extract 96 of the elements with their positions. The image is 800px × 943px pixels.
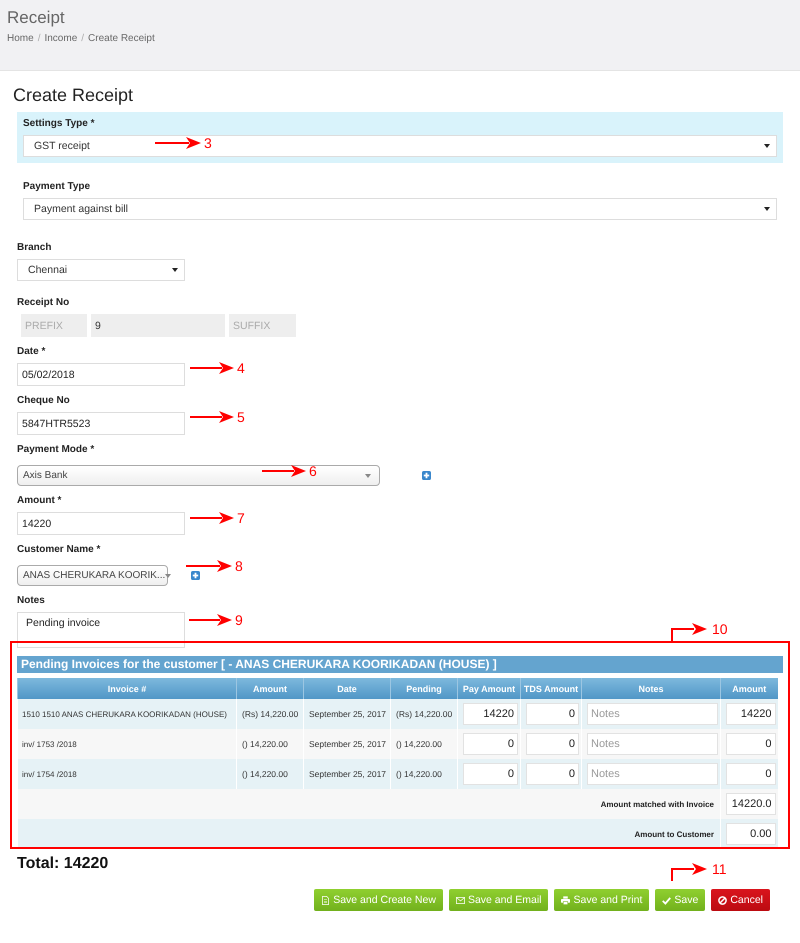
annotation-number: 4 <box>237 359 245 377</box>
field-label: Notes <box>17 595 45 607</box>
column-header: Invoice # <box>18 678 236 699</box>
field-label: Payment Type <box>23 181 92 193</box>
column-header: Pay Amount <box>458 678 520 699</box>
caret-icon <box>764 144 770 148</box>
panel-title: Pending Invoices for the customer [ - ANAS CHERUKARA KOORIKADAN (HOUSE) ] <box>17 656 783 673</box>
add-icon[interactable] <box>422 471 431 480</box>
number-field[interactable]: 9 <box>91 314 225 337</box>
input-field[interactable]: 0 <box>526 703 579 725</box>
arrow-icon <box>190 511 234 525</box>
caret-icon <box>172 268 178 272</box>
prefix-field[interactable]: PREFIX <box>21 314 87 337</box>
document-icon <box>321 896 330 904</box>
annotation-number: 10 <box>712 620 728 638</box>
breadcrumb-link[interactable]: Income <box>44 33 78 44</box>
field-label: Receipt No <box>17 297 70 309</box>
annotation-number: 8 <box>235 557 243 575</box>
field-label: Payment Mode * <box>17 444 94 456</box>
input-field[interactable]: 14220 <box>463 703 518 725</box>
caret-icon <box>165 574 172 578</box>
summary-label: Amount matched with Invoice <box>600 800 714 808</box>
input-field[interactable]: 0 <box>526 763 579 785</box>
total-text: Total: 14220 <box>17 855 108 873</box>
table-cell: () 14,220.00 <box>390 729 458 759</box>
column-header: Amount <box>236 678 304 699</box>
action-button[interactable]: Cancel <box>711 889 770 911</box>
annotation-number: 3 <box>204 134 212 152</box>
input-field[interactable]: Notes <box>587 733 718 755</box>
input-field[interactable]: 14220 <box>726 703 776 725</box>
input-field[interactable]: 5847HTR5523 <box>17 412 185 435</box>
select-field[interactable]: Payment against bill <box>23 198 777 220</box>
column-header: TDS Amount <box>520 678 582 699</box>
input-field[interactable]: 14220 <box>17 512 185 535</box>
combo-field[interactable]: ANAS CHERUKARA KOORIK... <box>17 565 168 586</box>
envelope-icon <box>456 896 465 904</box>
input-field[interactable]: 0 <box>463 763 518 785</box>
table-cell: September 25, 2017 <box>304 729 390 759</box>
arrow-icon <box>190 361 234 375</box>
arrow-icon <box>671 862 707 881</box>
ban-icon <box>718 896 728 904</box>
breadcrumb-separator: / <box>38 33 40 44</box>
field-label: Cheque No <box>17 395 70 407</box>
input-field[interactable]: 0 <box>526 733 579 755</box>
input-field[interactable]: Notes <box>587 703 718 725</box>
textarea-field[interactable]: Pending invoice <box>17 612 185 648</box>
caret-icon <box>365 474 371 478</box>
annotation-number: 7 <box>237 509 245 527</box>
summary-label: Amount to Customer <box>634 830 714 838</box>
field-label: Amount * <box>17 495 62 507</box>
table-cell: September 25, 2017 <box>304 759 390 789</box>
form-title: Create Receipt <box>13 84 134 106</box>
field-label: Customer Name * <box>17 544 100 556</box>
input-field[interactable]: Notes <box>587 763 718 785</box>
field-label: Settings Type * <box>23 118 96 130</box>
check-icon <box>662 896 672 904</box>
input-field[interactable]: 0 <box>726 763 776 785</box>
input-field[interactable]: 0 <box>463 733 518 755</box>
page-title: Receipt <box>7 8 66 28</box>
annotation-number: 11 <box>712 860 727 878</box>
field-label: Branch <box>17 242 52 254</box>
column-header: Date <box>304 678 390 699</box>
caret-icon <box>764 207 770 211</box>
arrow-icon <box>155 136 201 150</box>
table-cell: inv/ 1754 /2018 <box>18 759 236 789</box>
input-field[interactable]: 14220.0 <box>726 793 776 815</box>
arrow-icon <box>189 613 232 627</box>
column-header: Pending <box>390 678 458 699</box>
table-cell: (Rs) 14,220.00 <box>236 699 304 729</box>
table-cell: () 14,220.00 <box>236 759 304 789</box>
table-cell: () 14,220.00 <box>236 729 304 759</box>
input-field[interactable]: 0.00 <box>726 823 776 845</box>
arrow-icon <box>186 559 232 573</box>
table-cell: 1510 1510 ANAS CHERUKARA KOORIKADAN (HOUSE) <box>18 699 236 729</box>
input-field[interactable]: 0 <box>726 733 776 755</box>
table-cell: () 14,220.00 <box>390 759 458 789</box>
field-label: Date * <box>17 346 46 358</box>
breadcrumb-link[interactable]: Home <box>7 33 34 44</box>
table-cell: (Rs) 14,220.00 <box>390 699 458 729</box>
suffix-field[interactable]: SUFFIX <box>229 314 296 337</box>
annotation-number: 9 <box>235 611 243 629</box>
select-field[interactable]: Chennai <box>17 259 185 281</box>
input-field[interactable]: 05/02/2018 <box>17 363 185 386</box>
breadcrumb-separator: / <box>81 33 84 44</box>
table-cell: inv/ 1753 /2018 <box>18 729 236 759</box>
add-icon[interactable] <box>191 571 200 580</box>
annotation-number: 6 <box>309 462 317 480</box>
breadcrumb-current: Create Receipt <box>88 33 155 44</box>
table-cell: September 25, 2017 <box>304 699 390 729</box>
annotation-number: 5 <box>237 408 245 426</box>
column-header: Amount <box>720 678 778 699</box>
printer-icon <box>561 896 570 904</box>
column-header: Notes <box>582 678 720 699</box>
arrow-icon <box>190 410 234 424</box>
arrow-icon <box>262 464 306 478</box>
arrow-icon <box>671 622 707 641</box>
